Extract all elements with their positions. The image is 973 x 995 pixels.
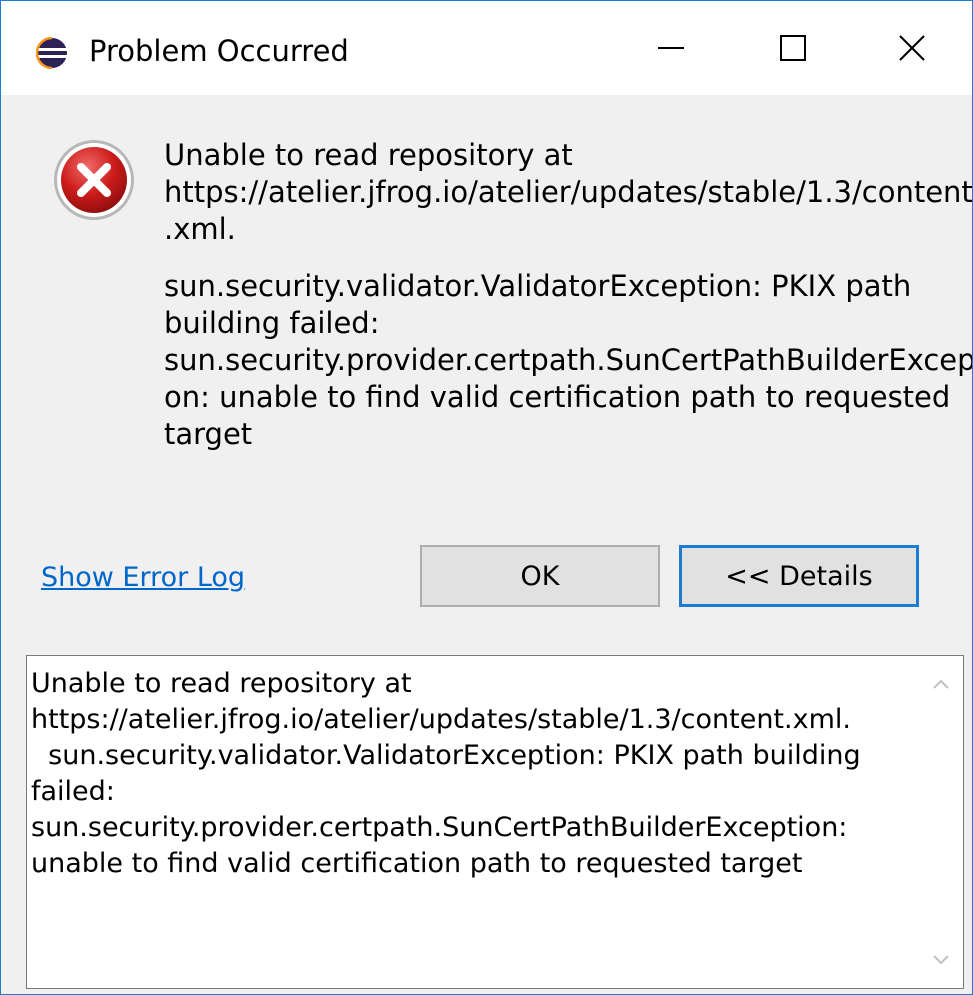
details-text: Unable to read repository at https://ate… [31,668,861,879]
scroll-up-button[interactable] [919,662,963,706]
maximize-button[interactable] [738,1,848,95]
error-message: Unable to read repository at https://ate… [164,137,973,473]
eclipse-icon [36,37,67,69]
scroll-down-button[interactable] [919,938,963,982]
message-summary: Unable to read repository at https://ate… [164,138,973,246]
dialog-body: Unable to read repository at https://ate… [1,95,972,994]
close-icon [899,35,925,61]
close-button[interactable] [857,1,967,95]
chevron-up-icon [933,679,949,689]
error-icon [54,140,134,220]
show-error-log-link[interactable]: Show Error Log [41,560,245,596]
ok-button[interactable]: OK [420,545,660,607]
chevron-down-icon [933,955,949,965]
maximize-icon [780,35,806,61]
window-title: Problem Occurred [89,34,349,68]
title-bar[interactable]: Problem Occurred [1,1,972,95]
minimize-button[interactable] [616,1,726,95]
minimize-icon [658,47,684,49]
message-cause: sun.security.validator.ValidatorExceptio… [164,269,973,451]
details-text-area[interactable]: Unable to read repository at https://ate… [26,655,964,989]
details-scrollbar[interactable] [919,656,963,988]
details-button[interactable]: << Details [679,545,919,607]
problem-dialog: Problem Occurred Unable to read reposito… [0,0,973,995]
